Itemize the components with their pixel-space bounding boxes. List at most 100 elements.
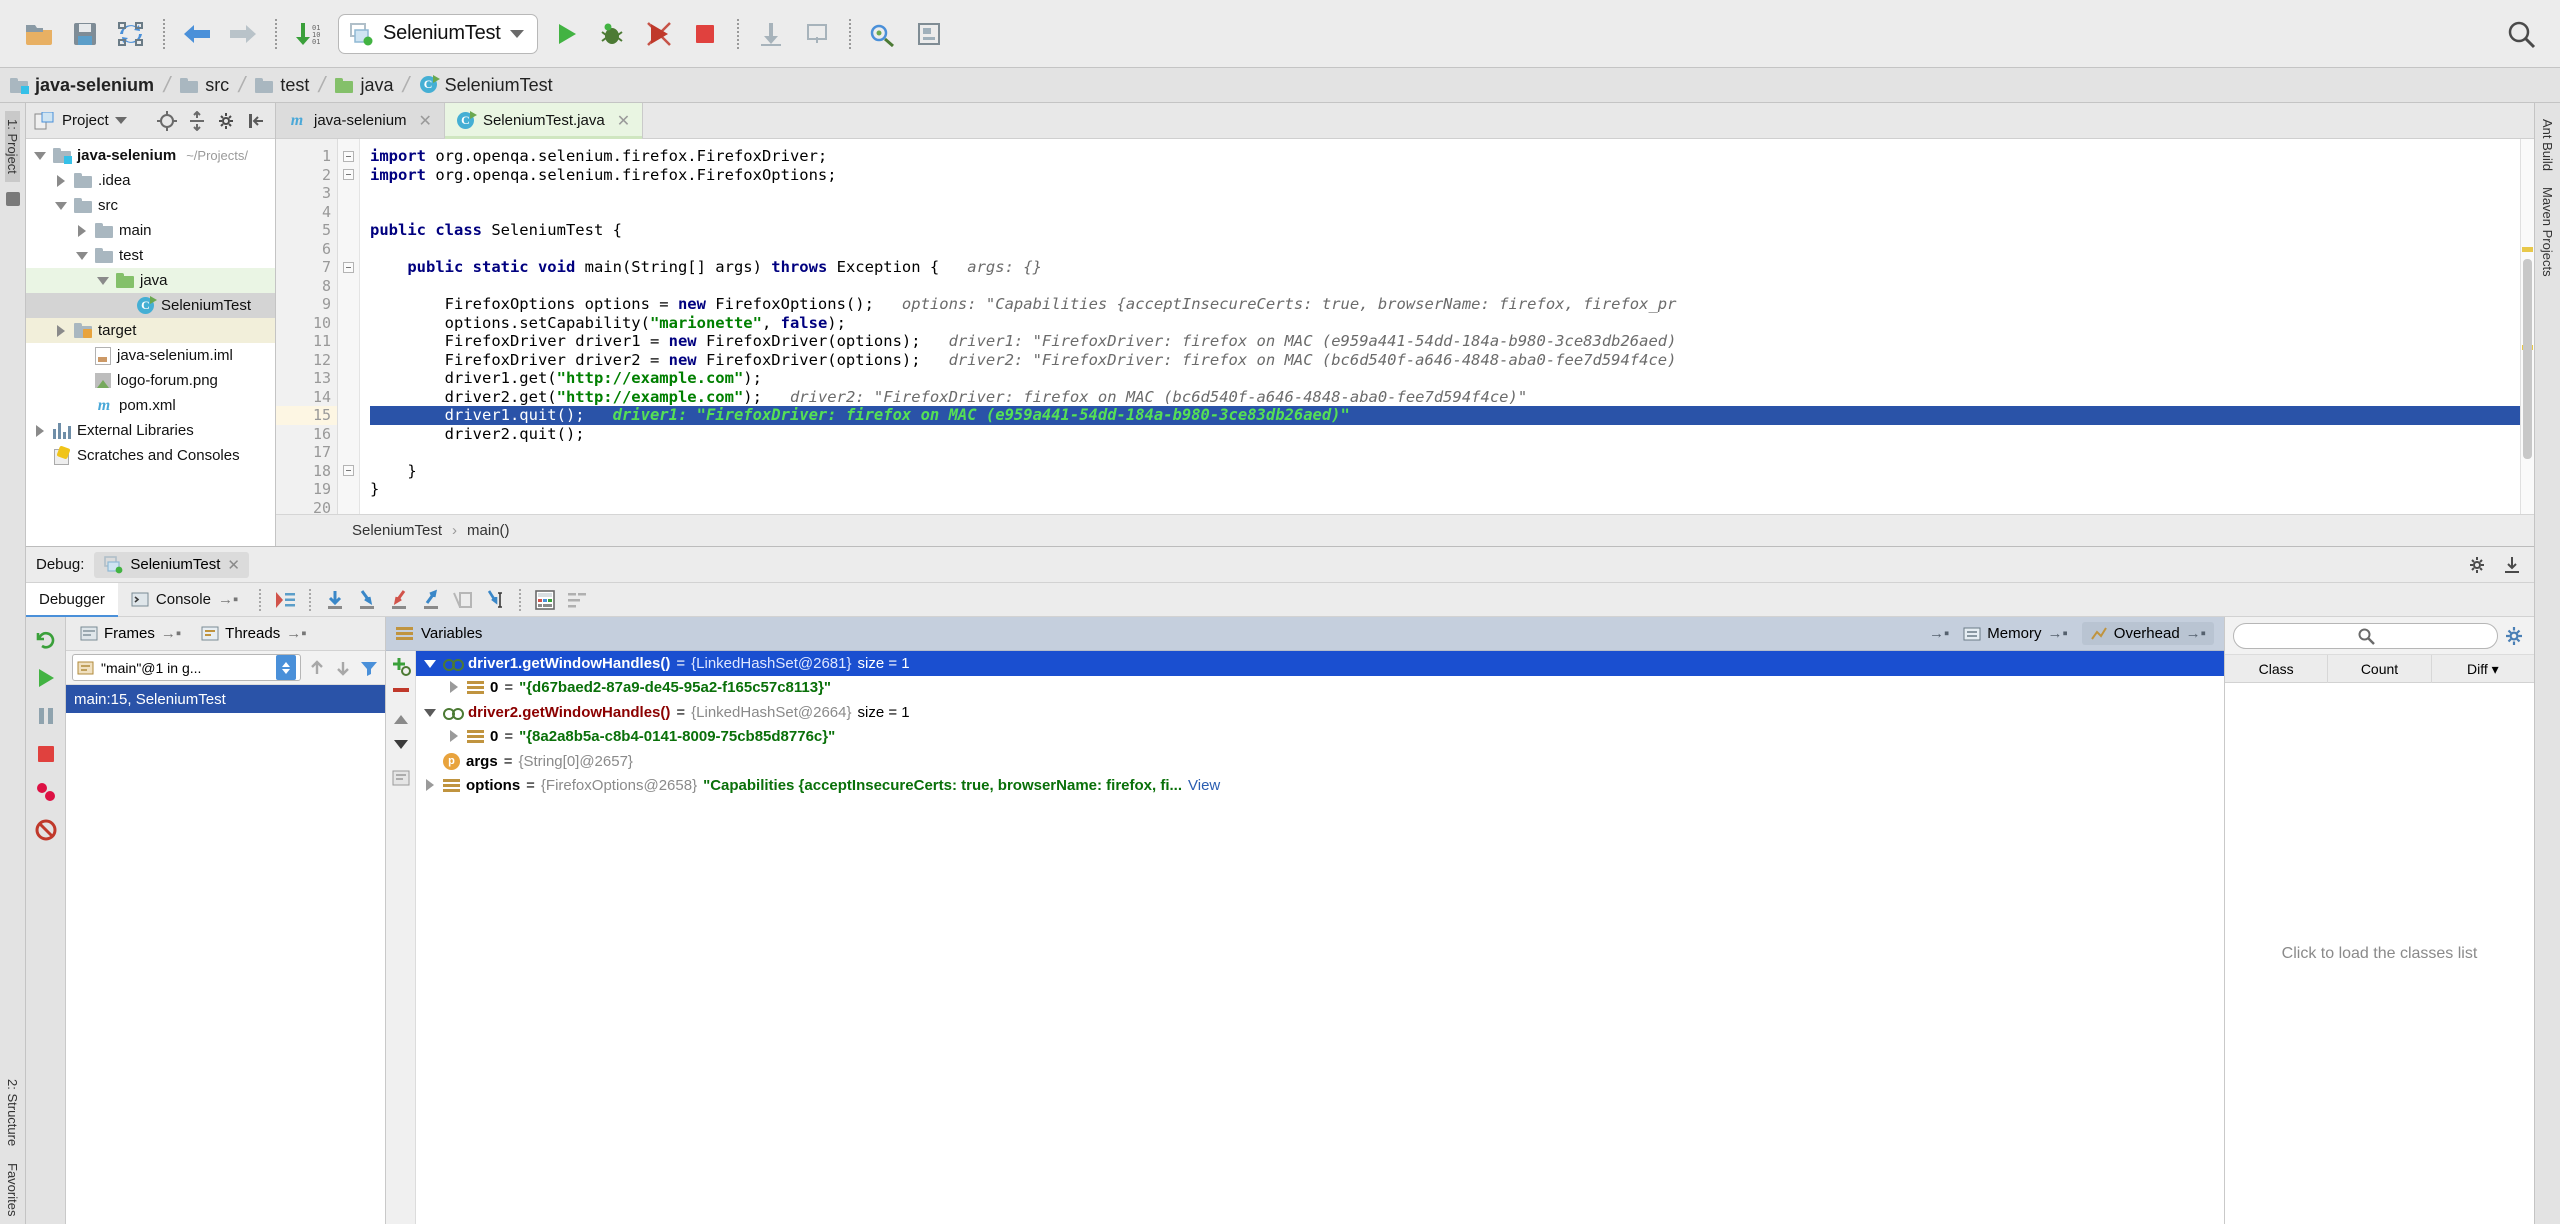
rerun-icon[interactable]: [30, 623, 62, 657]
line-number[interactable]: 6: [276, 240, 337, 259]
export-icon[interactable]: [2500, 553, 2524, 577]
line-number[interactable]: 16: [276, 425, 337, 444]
breadcrumb-item-java[interactable]: java: [335, 75, 397, 96]
line-number[interactable]: 14: [276, 388, 337, 407]
pause-program-icon[interactable]: [30, 699, 62, 733]
twisty-closed-icon[interactable]: [34, 424, 47, 437]
code-line[interactable]: public static void main(String[] args) t…: [370, 258, 2534, 277]
tree-node[interactable]: src: [26, 193, 275, 218]
profiler-icon[interactable]: [860, 11, 906, 57]
run-with-coverage-button[interactable]: [636, 11, 682, 57]
tree-node[interactable]: C SeleniumTest: [26, 293, 275, 318]
twisty-closed-icon[interactable]: [448, 730, 461, 743]
project-tree[interactable]: java-selenium ~/Projects/ .idea src main test…: [26, 139, 275, 546]
line-number[interactable]: 12: [276, 351, 337, 370]
back-arrow-icon[interactable]: [174, 11, 220, 57]
fold-toggle-icon[interactable]: [338, 166, 359, 185]
mute-breakpoints-icon[interactable]: [30, 813, 62, 847]
line-number[interactable]: 19: [276, 480, 337, 499]
close-icon[interactable]: ✕: [227, 556, 240, 574]
forward-arrow-icon[interactable]: [220, 11, 266, 57]
step-over-icon[interactable]: [319, 585, 351, 615]
dropdown-arrows-icon[interactable]: [276, 655, 296, 680]
force-step-into-icon[interactable]: [383, 585, 415, 615]
code-line[interactable]: [370, 240, 2534, 259]
filter-icon[interactable]: [359, 658, 379, 678]
fold-toggle-icon[interactable]: [338, 462, 359, 481]
save-all-icon[interactable]: [62, 11, 108, 57]
code-line[interactable]: FirefoxDriver driver1 = new FirefoxDrive…: [370, 332, 2534, 351]
variable-row[interactable]: options = {FirefoxOptions@2658} "Capabili…: [416, 774, 2224, 799]
thread-dropdown[interactable]: "main"@1 in g...: [72, 654, 301, 681]
tab-threads[interactable]: Threads →▪: [195, 625, 312, 642]
variable-row[interactable]: 0 = "{8a2a8b5a-c8b4-0141-8009-75cb85d877…: [416, 725, 2224, 750]
tree-node[interactable]: java: [26, 268, 275, 293]
tab-selenium-test-java[interactable]: C SeleniumTest.java ✕: [444, 103, 644, 139]
tab-frames[interactable]: Frames →▪: [74, 625, 187, 642]
tab-java-selenium[interactable]: m java-selenium ✕: [276, 103, 445, 138]
structure-rail-icon[interactable]: [5, 191, 20, 206]
twisty-closed-icon[interactable]: [424, 779, 437, 792]
debug-button[interactable]: [590, 11, 636, 57]
twisty-closed-icon[interactable]: [55, 174, 68, 187]
tree-node[interactable]: java-selenium.iml: [26, 343, 275, 368]
run-to-cursor-icon[interactable]: [479, 585, 511, 615]
code-line[interactable]: options.setCapability("marionette", fals…: [370, 314, 2534, 333]
tab-debugger[interactable]: Debugger: [26, 583, 118, 617]
sidebar-item-structure[interactable]: 2: Structure: [5, 1071, 20, 1154]
show-execution-point-icon[interactable]: [269, 585, 301, 615]
code-line[interactable]: import org.openqa.selenium.firefox.Firef…: [370, 166, 2534, 185]
line-number[interactable]: 15: [276, 406, 357, 425]
code-line[interactable]: driver1.get("http://example.com");: [370, 369, 2534, 388]
drop-frame-icon[interactable]: [447, 585, 479, 615]
scrollbar-thumb[interactable]: [2523, 259, 2532, 459]
stop-button[interactable]: [682, 11, 728, 57]
variable-row[interactable]: driver2.getWindowHandles() = {LinkedHash…: [416, 700, 2224, 725]
line-number[interactable]: 20: [276, 499, 337, 514]
remove-watch-icon[interactable]: [390, 683, 412, 697]
chevron-down-icon[interactable]: [114, 117, 127, 124]
line-number[interactable]: 17: [276, 443, 337, 462]
code-line[interactable]: }: [370, 462, 2534, 481]
debug-attach-icon[interactable]: [794, 11, 840, 57]
collapse-all-icon[interactable]: [185, 109, 209, 133]
line-number[interactable]: 2: [276, 166, 337, 185]
line-number[interactable]: 13: [276, 369, 337, 388]
code-text[interactable]: import org.openqa.selenium.firefox.Firef…: [360, 139, 2534, 514]
fold-toggle-icon[interactable]: [338, 258, 359, 277]
column-diff[interactable]: Diff ▾: [2432, 655, 2534, 683]
twisty-closed-icon[interactable]: [55, 324, 68, 337]
twisty-open-icon[interactable]: [34, 149, 47, 162]
tree-node[interactable]: .idea: [26, 168, 275, 193]
close-icon[interactable]: ✕: [419, 111, 432, 131]
sidebar-item-project[interactable]: 1: Project: [5, 111, 20, 182]
line-number[interactable]: 11: [276, 332, 337, 351]
line-number-gutter[interactable]: 1 2 3 4 5 6 7 8 9 10 11 12 13 14 15 16 17 18 19 20: [276, 139, 357, 514]
code-line[interactable]: FirefoxOptions options = new FirefoxOpti…: [370, 295, 2534, 314]
twisty-open-icon[interactable]: [97, 274, 110, 287]
code-line[interactable]: import org.openqa.selenium.firefox.Firef…: [370, 147, 2534, 166]
settings-gear-icon[interactable]: [215, 109, 239, 133]
twisty-closed-icon[interactable]: [76, 224, 89, 237]
hide-panel-icon[interactable]: [245, 109, 269, 133]
view-breakpoints-icon[interactable]: [30, 775, 62, 809]
line-number[interactable]: 1: [276, 147, 337, 166]
scroll-up-icon[interactable]: [390, 711, 412, 729]
breadcrumb-item-project[interactable]: java-selenium: [10, 75, 158, 96]
debug-session-tab[interactable]: SeleniumTest ✕: [94, 551, 249, 578]
variables-tree[interactable]: driver1.getWindowHandles() = {LinkedHash…: [416, 651, 2224, 1224]
update-application-icon[interactable]: [748, 11, 794, 57]
twisty-open-icon[interactable]: [424, 706, 437, 719]
tab-memory[interactable]: Memory →▪: [1957, 625, 2074, 642]
code-line[interactable]: FirefoxDriver driver2 = new FirefoxDrive…: [370, 351, 2534, 370]
line-number[interactable]: 9: [276, 295, 337, 314]
variable-row[interactable]: driver1.getWindowHandles() = {LinkedHash…: [416, 651, 2224, 676]
code-folding-column[interactable]: [338, 139, 360, 514]
arrow-up-icon[interactable]: [307, 658, 327, 678]
tree-node[interactable]: logo-forum.png: [26, 368, 275, 393]
twisty-open-icon[interactable]: [424, 657, 437, 670]
frame-item-main[interactable]: main:15, SeleniumTest: [66, 685, 385, 713]
line-number[interactable]: 10: [276, 314, 337, 333]
tab-console[interactable]: Console →▪: [118, 583, 251, 616]
memory-search-input[interactable]: [2233, 622, 2498, 649]
